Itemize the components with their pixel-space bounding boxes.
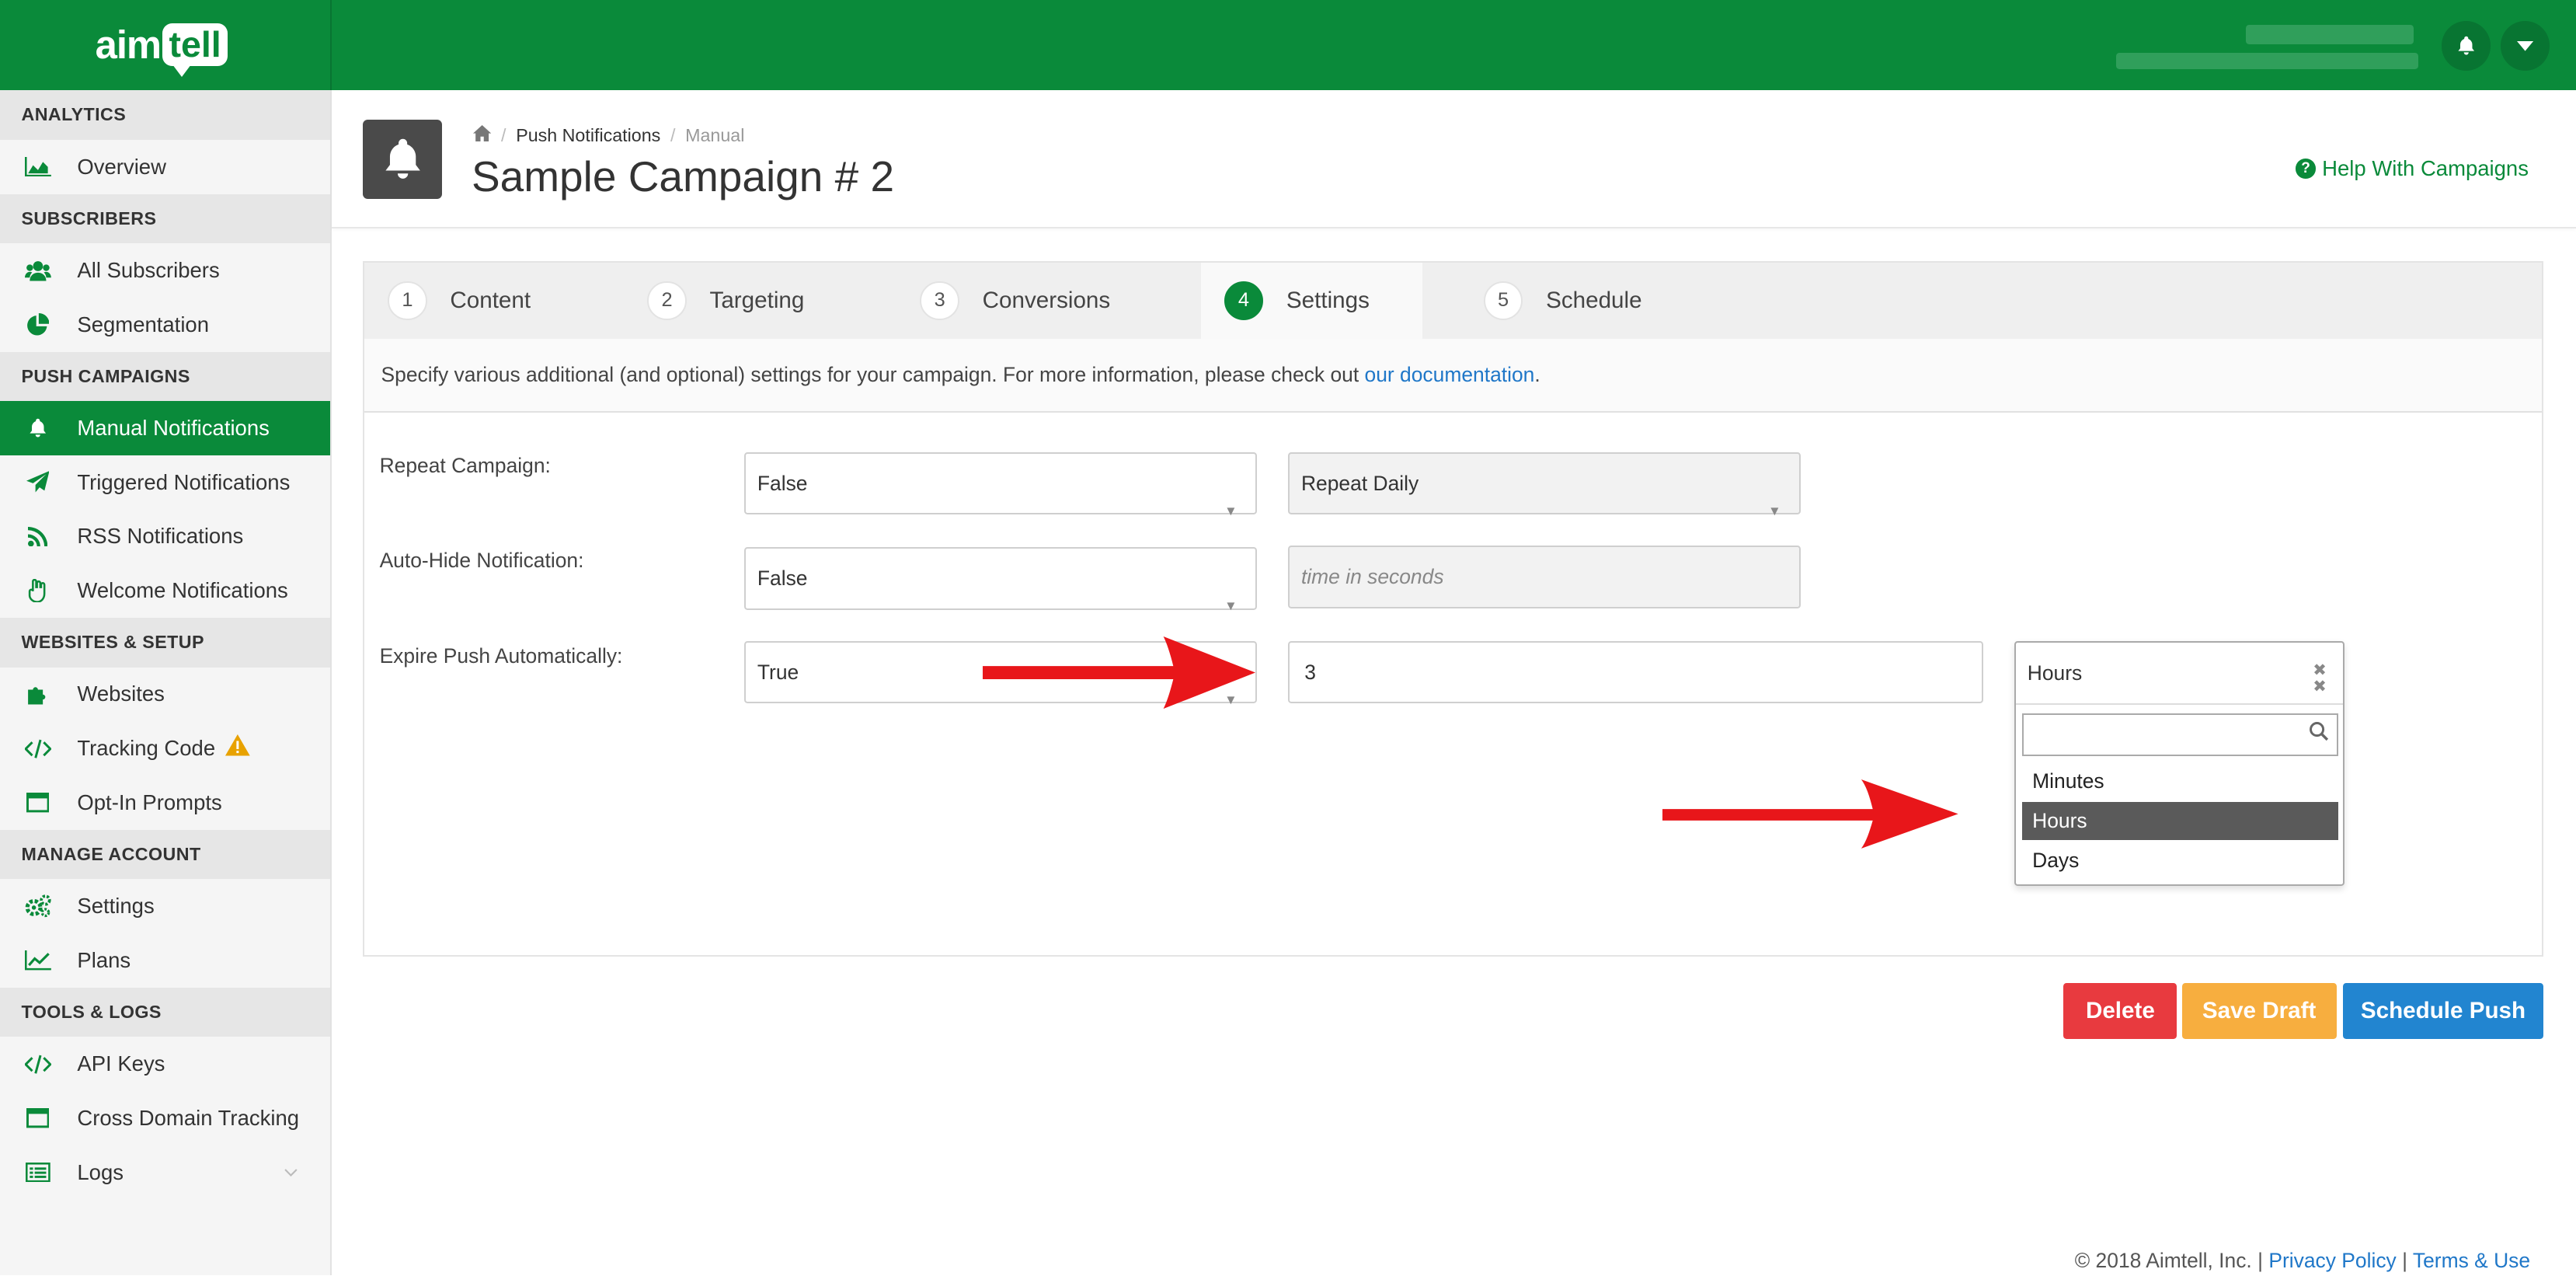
search-icon: [2309, 721, 2328, 746]
area-chart-icon: [23, 155, 53, 179]
repeat-campaign-select[interactable]: False ▼: [744, 451, 1257, 518]
step-number: 1: [388, 281, 427, 321]
pie-chart-icon: [23, 312, 53, 336]
expire-unit-current[interactable]: Hours ✖ ✖: [2015, 643, 2344, 706]
sidebar-item-plans[interactable]: Plans: [0, 933, 330, 988]
breadcrumb-separator: /: [501, 124, 506, 145]
sidebar-item-manual-notifications[interactable]: Manual Notifications: [0, 400, 331, 455]
rss-icon: [23, 525, 53, 549]
step-number: 5: [1483, 281, 1523, 321]
save-draft-button[interactable]: Save Draft: [2181, 982, 2337, 1039]
dropdown-search-input[interactable]: [2022, 713, 2338, 756]
chevron-down-icon[interactable]: [2501, 21, 2550, 71]
annotation-arrow-icon: [982, 636, 1255, 709]
auto-hide-seconds-input[interactable]: time in seconds: [1288, 546, 1801, 608]
bell-icon: [363, 120, 442, 199]
page-title: Sample Campaign # 2: [471, 152, 895, 200]
sidebar-item-segmentation[interactable]: Segmentation: [0, 298, 330, 352]
sidebar-item-rss-notifications[interactable]: RSS Notifications: [0, 510, 330, 564]
privacy-policy-link[interactable]: Privacy Policy: [2268, 1249, 2396, 1272]
sidebar-item-opt-in-prompts[interactable]: Opt-In Prompts: [0, 776, 330, 830]
user-email-redacted: [2116, 52, 2419, 69]
documentation-link[interactable]: our documentation: [1365, 363, 1535, 386]
paper-plane-icon: [23, 470, 53, 494]
sidebar-section-tools-logs: TOOLS & LOGS: [0, 987, 331, 1037]
gears-icon: [23, 894, 53, 918]
step-number: 3: [920, 281, 960, 321]
sidebar-item-api-keys[interactable]: API Keys: [0, 1037, 330, 1091]
sidebar-item-overview[interactable]: Overview: [0, 140, 330, 194]
help-with-campaigns-link[interactable]: ? Help With Campaigns: [2296, 156, 2529, 181]
page-header: / Push Notifications / Manual Sample Cam…: [332, 90, 2576, 228]
sidebar-item-cross-domain-tracking[interactable]: Cross Domain Tracking: [0, 1091, 330, 1145]
window-icon: [23, 791, 53, 814]
repeat-frequency-select[interactable]: Repeat Daily ▼: [1288, 451, 1801, 518]
code-icon: [23, 1052, 53, 1076]
tab-schedule[interactable]: 5 Schedule: [1483, 263, 1730, 338]
chevron-down-icon: [284, 1163, 298, 1182]
code-icon: [23, 737, 53, 760]
sidebar-section-websites-setup: WEBSITES & SETUP: [0, 618, 331, 668]
clear-icon[interactable]: ✖ ✖: [2313, 662, 2327, 695]
sidebar-item-tracking-code[interactable]: Tracking Code: [0, 721, 330, 776]
auto-hide-label: Auto-Hide Notification:: [379, 549, 584, 573]
footer: © 2018 Aimtell, Inc. | Privacy Policy | …: [2074, 1249, 2531, 1273]
dropdown-option-days[interactable]: Days: [2022, 842, 2338, 880]
aimtell-logo[interactable]: aim tell: [96, 13, 228, 78]
dropdown-option-hours[interactable]: Hours: [2022, 801, 2338, 840]
home-icon[interactable]: [473, 124, 492, 146]
sidebar-item-logs[interactable]: Logs: [0, 1145, 330, 1200]
top-bar: aim tell: [0, 0, 2576, 91]
step-number: 2: [647, 281, 687, 321]
annotation-arrow-icon: [1662, 779, 1959, 849]
brand: aim tell: [0, 0, 332, 91]
hand-icon: [23, 579, 53, 602]
sidebar-item-all-subscribers[interactable]: All Subscribers: [0, 243, 330, 298]
sidebar-section-push-campaigns: PUSH CAMPAIGNS: [0, 351, 331, 401]
breadcrumb-push-notifications[interactable]: Push Notifications: [516, 125, 660, 146]
list-icon: [23, 1161, 53, 1184]
sidebar-item-welcome-notifications[interactable]: Welcome Notifications: [0, 563, 330, 618]
tab-content[interactable]: 1 Content: [388, 263, 634, 338]
dropdown-arrow-icon: ▼: [1224, 598, 1238, 614]
window-icon: [23, 1107, 53, 1130]
expire-unit-select[interactable]: Hours ✖ ✖ Minutes Hours Days: [2014, 640, 2345, 886]
sidebar-item-triggered-notifications[interactable]: Triggered Notifications: [0, 455, 330, 510]
expire-amount-input[interactable]: 3: [1288, 640, 1983, 704]
question-circle-icon: ?: [2296, 159, 2316, 179]
sidebar-section-analytics: ANALYTICS: [0, 90, 331, 140]
settings-description: Specify various additional (and optional…: [364, 338, 2542, 413]
puzzle-icon: [23, 683, 53, 706]
tab-targeting[interactable]: 2 Targeting: [647, 263, 893, 338]
expire-push-label: Expire Push Automatically:: [379, 644, 623, 668]
auto-hide-select[interactable]: False ▼: [744, 547, 1257, 613]
warning-icon: [225, 734, 250, 762]
sidebar-item-settings[interactable]: Settings: [0, 879, 330, 933]
terms-link[interactable]: Terms & Use: [2413, 1249, 2530, 1272]
sidebar-section-subscribers: SUBSCRIBERS: [0, 193, 331, 243]
bell-icon[interactable]: [2441, 21, 2491, 71]
tab-conversions[interactable]: 3 Conversions: [920, 263, 1199, 338]
tab-settings[interactable]: 4 Settings: [1200, 263, 1423, 339]
breadcrumb-separator: /: [670, 124, 676, 145]
dropdown-arrow-icon: ▼: [1224, 503, 1238, 518]
step-number: 4: [1224, 281, 1264, 321]
wizard-tabs: 1 Content 2 Targeting 3 Conversions 4 Se…: [364, 263, 2542, 339]
breadcrumb-manual: Manual: [685, 124, 745, 145]
users-icon: [23, 259, 53, 282]
delete-button[interactable]: Delete: [2063, 982, 2177, 1039]
bell-icon: [23, 417, 53, 440]
dropdown-option-minutes[interactable]: Minutes: [2022, 762, 2338, 800]
line-chart-icon: [23, 949, 53, 972]
sidebar-item-websites[interactable]: Websites: [0, 668, 330, 722]
sidebar-section-manage-account: MANAGE ACCOUNT: [0, 829, 331, 880]
schedule-push-button[interactable]: Schedule Push: [2342, 982, 2543, 1039]
dropdown-arrow-icon: ▼: [1768, 503, 1781, 518]
breadcrumb: / Push Notifications / Manual: [473, 124, 745, 146]
sidebar: ANALYTICS Overview SUBSCRIBERS All Subsc…: [0, 90, 332, 1276]
repeat-campaign-label: Repeat Campaign:: [379, 453, 551, 477]
user-name-redacted: [2246, 24, 2414, 45]
